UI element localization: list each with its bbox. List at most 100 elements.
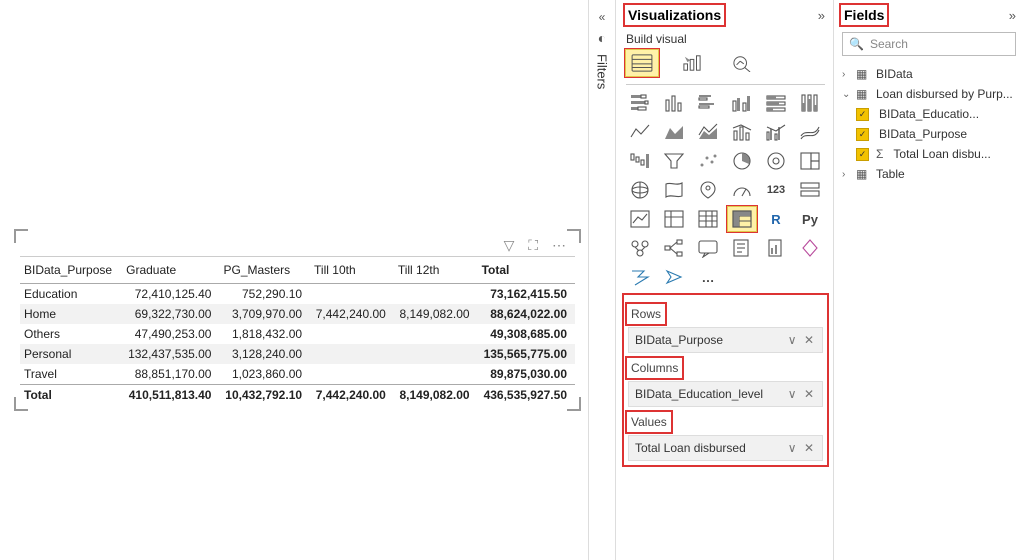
hundred-stacked-column-icon[interactable] [796,91,824,115]
filled-map-icon[interactable] [660,178,688,202]
column-header[interactable]: BIData_Purpose [20,257,122,284]
field-node[interactable]: ✓ΣTotal Loan disbu... [842,144,1016,164]
column-header[interactable]: Graduate [122,257,219,284]
remove-field-icon[interactable]: ✕ [804,441,816,455]
table-node[interactable]: ⌄▦Loan disbursed by Purp... [842,84,1016,104]
build-visual-label: Build visual [626,32,825,46]
map-icon[interactable] [626,178,654,202]
table-row[interactable]: Home69,322,730.003,709,970.007,442,240.0… [20,304,575,324]
visualization-gallery: 123 R Py … [626,91,825,289]
paginated-report-icon[interactable] [762,236,790,260]
filters-pane-collapsed[interactable]: « ◐ Filters [588,0,616,560]
field-checkbox[interactable]: ✓ [856,108,869,121]
total-row: Total410,511,813.4010,432,792.107,442,24… [20,385,575,406]
collapse-viz-icon[interactable]: » [818,8,825,23]
resize-handle-br[interactable] [567,397,581,411]
pie-icon[interactable] [728,149,756,173]
column-header[interactable]: Till 12th [394,257,478,284]
format-visual-tab[interactable] [676,50,708,76]
smart-narrative-icon[interactable] [728,236,756,260]
column-header[interactable]: PG_Masters [219,257,310,284]
clustered-column-icon[interactable] [728,91,756,115]
card-icon[interactable]: 123 [762,178,790,202]
columns-well[interactable]: BIData_Education_level ∨ ✕ [628,381,823,407]
table-row[interactable]: Others47,490,253.001,818,432.0049,308,68… [20,324,575,344]
resize-handle-tl[interactable] [14,229,28,243]
matrix-icon[interactable] [728,207,756,231]
table-icon: ▦ [856,87,872,101]
table-row[interactable]: Education72,410,125.40752,290.1073,162,4… [20,284,575,305]
filters-icon: ◐ [589,30,615,46]
r-visual-icon[interactable]: R [762,207,790,231]
power-automate-icon[interactable] [626,265,654,289]
visual-header-toolbar: ▽ ⛶ ⋯ [20,235,575,256]
rows-well-field: BIData_Purpose [635,333,723,347]
hundred-stacked-bar-icon[interactable] [762,91,790,115]
fields-search-input[interactable]: 🔍 Search [842,32,1016,56]
filters-label: Filters [595,54,610,89]
clustered-bar-icon[interactable] [694,91,722,115]
matrix-table: BIData_PurposeGraduatePG_MastersTill 10t… [20,256,575,405]
field-node[interactable]: ✓BIData_Purpose [842,124,1016,144]
get-more-visuals-icon[interactable] [660,265,688,289]
slicer-icon[interactable] [660,207,688,231]
table-icon[interactable] [694,207,722,231]
resize-handle-bl[interactable] [14,397,28,411]
remove-field-icon[interactable]: ✕ [804,333,816,347]
donut-icon[interactable] [762,149,790,173]
analytics-tab[interactable] [726,50,758,76]
field-node[interactable]: ✓BIData_Educatio... [842,104,1016,124]
ribbon-chart-icon[interactable] [796,120,824,144]
resize-handle-tr[interactable] [567,229,581,243]
rows-well[interactable]: BIData_Purpose ∨ ✕ [628,327,823,353]
azure-map-icon[interactable] [694,178,722,202]
funnel-icon[interactable] [660,149,688,173]
more-visuals-icon[interactable]: … [694,265,722,289]
columns-well-field: BIData_Education_level [635,387,763,401]
values-well-field: Total Loan disbursed [635,441,746,455]
values-well[interactable]: Total Loan disbursed ∨ ✕ [628,435,823,461]
power-apps-icon[interactable] [796,236,824,260]
multi-row-card-icon[interactable] [796,178,824,202]
table-row[interactable]: Travel88,851,170.001,023,860.0089,875,03… [20,364,575,385]
qa-visual-icon[interactable] [694,236,722,260]
remove-field-icon[interactable]: ✕ [804,387,816,401]
waterfall-icon[interactable] [626,149,654,173]
matrix-visual[interactable]: ▽ ⛶ ⋯ BIData_PurposeGraduatePG_MastersTi… [20,235,575,405]
stacked-area-icon[interactable] [694,120,722,144]
area-chart-icon[interactable] [660,120,688,144]
gauge-icon[interactable] [728,178,756,202]
decomposition-tree-icon[interactable] [660,236,688,260]
line-chart-icon[interactable] [626,120,654,144]
column-header[interactable]: Till 10th [310,257,394,284]
field-checkbox[interactable]: ✓ [856,128,869,141]
report-canvas[interactable]: ▽ ⛶ ⋯ BIData_PurposeGraduatePG_MastersTi… [0,0,588,560]
sigma-icon: Σ [876,147,883,161]
kpi-icon[interactable] [626,207,654,231]
scatter-icon[interactable] [694,149,722,173]
build-visual-tab[interactable] [626,50,658,76]
expand-filters-icon[interactable]: « [589,10,615,24]
visualizations-pane: Visualizations » Build visual [616,0,834,560]
table-row[interactable]: Personal132,437,535.003,128,240.00135,56… [20,344,575,364]
chevron-down-icon[interactable]: ∨ [788,441,799,455]
line-clustered-column-icon[interactable] [762,120,790,144]
chevron-down-icon[interactable]: ∨ [788,387,799,401]
key-influencers-icon[interactable] [626,236,654,260]
table-node[interactable]: ›▦Table [842,164,1016,184]
collapse-fields-icon[interactable]: » [1009,8,1016,23]
field-checkbox[interactable]: ✓ [856,148,869,161]
visualizations-title: Visualizations [626,6,723,24]
stacked-column-icon[interactable] [660,91,688,115]
stacked-bar-icon[interactable] [626,91,654,115]
treemap-icon[interactable] [796,149,824,173]
chevron-down-icon[interactable]: ∨ [788,333,799,347]
column-header[interactable]: Total [478,257,575,284]
focus-mode-icon[interactable]: ⛶ [528,237,541,253]
rows-well-label: Rows [628,305,664,323]
line-stacked-column-icon[interactable] [728,120,756,144]
filter-visual-icon[interactable]: ▽ [504,237,518,253]
search-icon: 🔍 [849,37,864,51]
table-node[interactable]: ›▦BIData [842,64,1016,84]
python-visual-icon[interactable]: Py [796,207,824,231]
